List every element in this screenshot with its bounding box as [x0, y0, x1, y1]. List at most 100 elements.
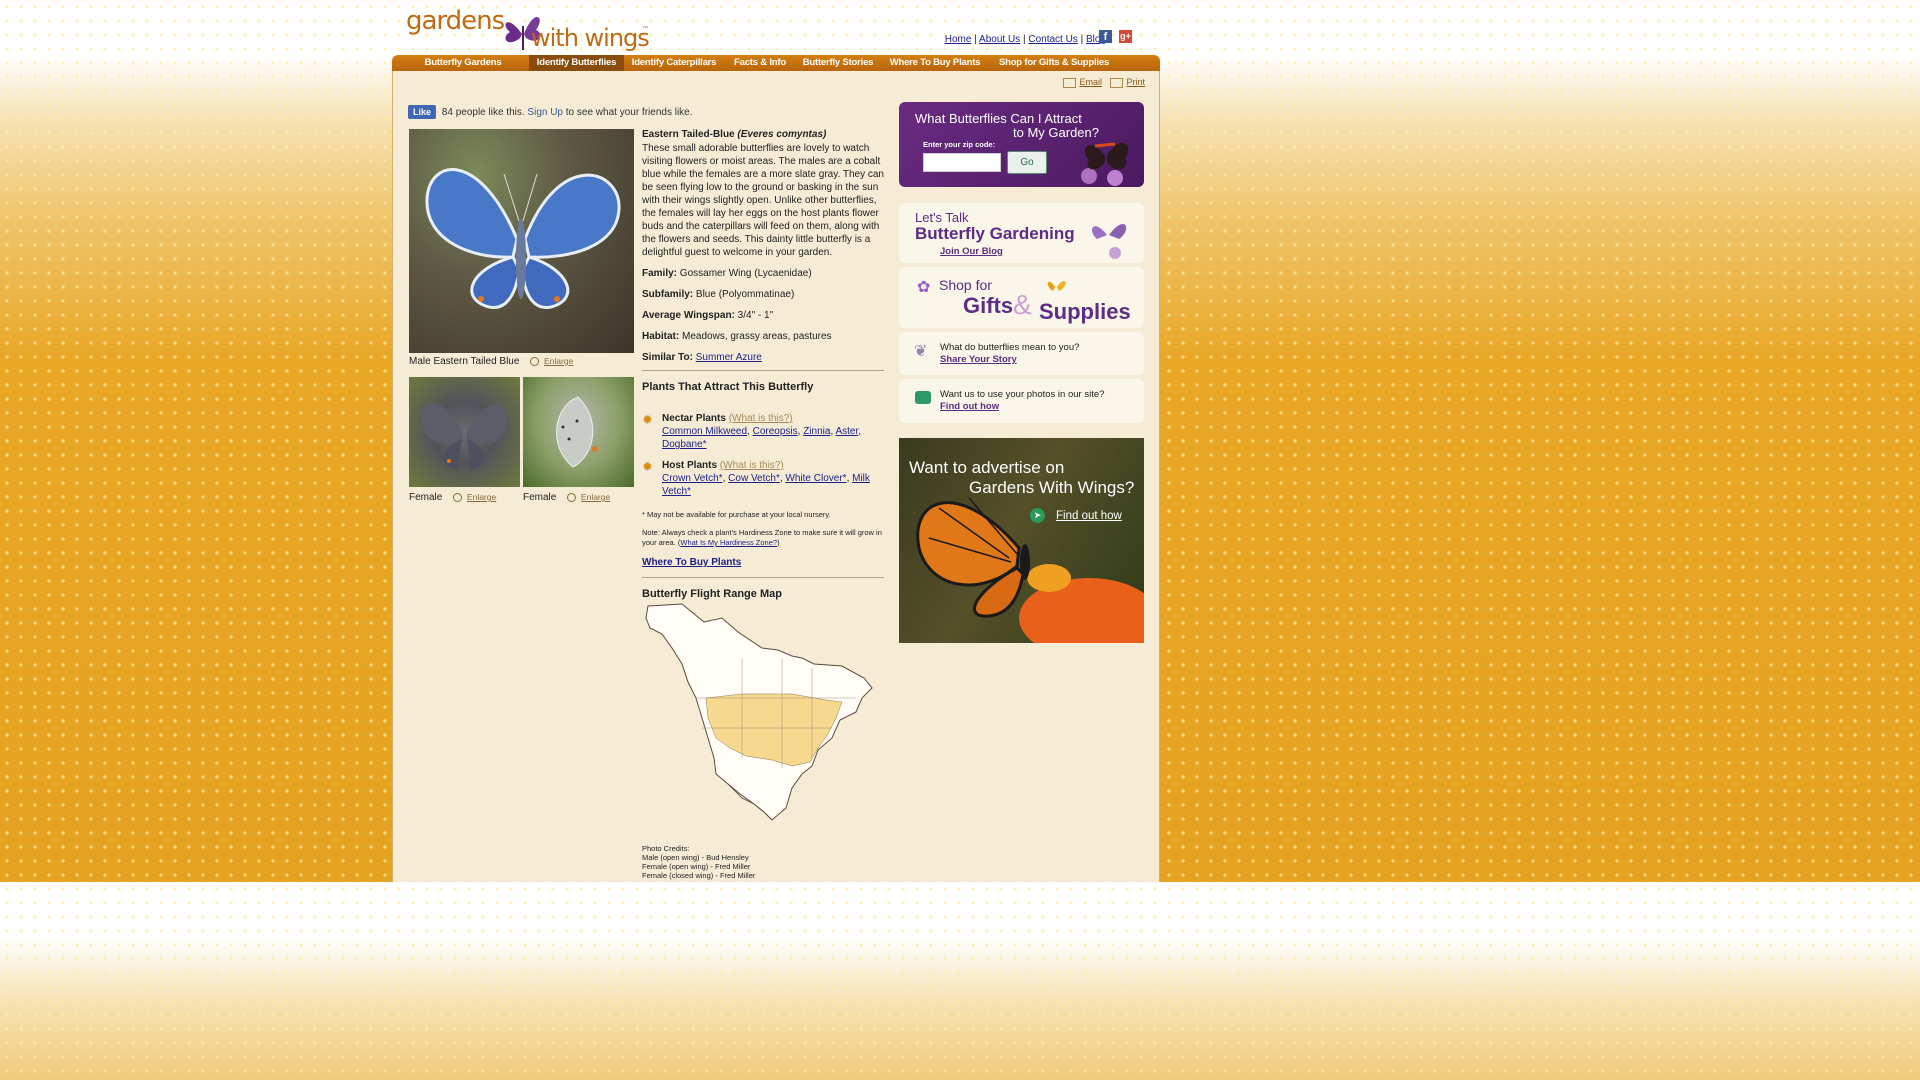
google-plus-icon[interactable]: g+: [1119, 30, 1132, 43]
advertise-line2: Gardens With Wings?: [969, 478, 1135, 497]
female2-caption: Female Enlarge: [523, 492, 610, 503]
site-logo[interactable]: gardens with wings ™: [406, 4, 656, 52]
divider: [642, 370, 884, 371]
nav-shop-gifts-supplies[interactable]: Shop for Gifts & Supplies: [994, 55, 1114, 71]
find-out-how-link[interactable]: Find out how: [940, 401, 999, 412]
plant-link[interactable]: Dogbane*: [662, 439, 706, 450]
plant-link[interactable]: Cow Vetch*: [728, 473, 780, 484]
shop-supplies-text: Supplies: [1039, 299, 1131, 324]
shop-gifts-text: Gifts: [963, 293, 1014, 318]
blog-promo[interactable]: Let's Talk Butterfly Gardening Join Our …: [899, 203, 1144, 263]
about-us-link[interactable]: About Us: [979, 34, 1020, 45]
arrow-right-icon: ➤: [1030, 508, 1045, 523]
wingspan-value: 3/4" - 1": [737, 310, 774, 321]
plant-link[interactable]: Aster: [835, 426, 858, 437]
content-panel: Email Print Like 84 people like this. Si…: [392, 71, 1160, 882]
nav-butterfly-stories[interactable]: Butterfly Stories: [798, 55, 878, 71]
magnifier-icon: [453, 492, 463, 502]
email-link[interactable]: Email: [1079, 77, 1102, 87]
go-button[interactable]: Go: [1007, 151, 1047, 174]
what-is-this-link[interactable]: (What is this?): [720, 460, 784, 471]
habitat-label: Habitat:: [642, 331, 680, 342]
signup-link[interactable]: Sign Up: [527, 107, 563, 118]
like-button[interactable]: Like: [408, 105, 437, 119]
advertise-find-out-link[interactable]: Find out how: [1056, 510, 1122, 522]
plant-link[interactable]: White Clover*: [785, 473, 846, 484]
share-story-promo[interactable]: ❦ What do butterflies mean to you? Share…: [899, 332, 1144, 375]
main-butterfly-photo[interactable]: [409, 129, 634, 353]
butterfly-name: Eastern Tailed-Blue: [642, 129, 735, 140]
logo-word-gardens: gardens: [406, 6, 505, 36]
facebook-icon[interactable]: f: [1099, 30, 1112, 43]
host-label: Host Plants: [662, 460, 718, 471]
enlarge-link[interactable]: Enlarge: [467, 492, 496, 502]
facebook-like-bar: Like 84 people like this. Sign Up to see…: [408, 105, 693, 119]
closed-wing-butterfly-image: [556, 396, 598, 468]
photos-question: Want us to use your photos in our site?: [940, 389, 1105, 400]
zip-code-input[interactable]: [923, 153, 1001, 172]
female1-caption: Female Enlarge: [409, 492, 496, 503]
gray-butterfly-image: [421, 403, 507, 469]
photos-promo[interactable]: Want us to use your photos in our site? …: [899, 379, 1144, 423]
shop-promo[interactable]: ✿ Shop for Gifts & Supplies: [899, 267, 1144, 328]
print-icon: [1110, 77, 1124, 88]
main-nav: Butterfly Gardens Identify Butterflies I…: [392, 55, 1160, 71]
plant-link[interactable]: Zinnia: [803, 426, 830, 437]
email-icon: [1063, 77, 1077, 88]
family-label: Family:: [642, 268, 678, 279]
photo-credits: Photo Credits: Male (open wing) - Bud He…: [642, 844, 755, 880]
nav-identify-caterpillars[interactable]: Identify Caterpillars: [628, 55, 720, 71]
camera-icon: [915, 391, 931, 404]
page-wrapper: gardens with wings ™ Home | About Us | C…: [392, 0, 1160, 882]
butterfly-details: Eastern Tailed-Blue (Everes comyntas) Th…: [642, 128, 884, 607]
nav-identify-butterflies[interactable]: Identify Butterflies: [529, 55, 624, 71]
join-blog-link[interactable]: Join Our Blog: [940, 246, 1003, 257]
share-story-link[interactable]: Share Your Story: [940, 354, 1017, 365]
like-after-text: to see what your friends like.: [565, 107, 693, 118]
nav-butterfly-gardens[interactable]: Butterfly Gardens: [408, 55, 518, 71]
shop-for-text: Shop for: [939, 277, 992, 293]
sun-icon: ✹: [642, 459, 653, 474]
nectar-plants-row: ✹ Nectar Plants (What is this?) Common M…: [642, 412, 862, 450]
flower-icon: ✿: [917, 279, 931, 296]
print-link[interactable]: Print: [1126, 77, 1145, 87]
similar-link[interactable]: Summer Azure: [696, 352, 762, 363]
what-is-this-link[interactable]: (What is this?): [729, 413, 793, 424]
hardiness-note-close: ): [777, 538, 780, 547]
nav-facts-info[interactable]: Facts & Info: [728, 55, 792, 71]
plant-link[interactable]: Common Milkweed: [662, 426, 747, 437]
butterfly-description: These small adorable butterflies are lov…: [642, 143, 884, 258]
zip-title-line1: What Butterflies Can I Attract: [915, 111, 1082, 126]
separator: |: [1080, 34, 1084, 45]
female2-caption-text: Female: [523, 492, 557, 503]
shop-ampersand: &: [1013, 289, 1032, 320]
zip-code-promo: What Butterflies Can I Attract to My Gar…: [899, 102, 1144, 187]
separator: |: [1022, 34, 1026, 45]
hardiness-zone-link[interactable]: What Is My Hardiness Zone?: [680, 538, 777, 547]
subfamily-label: Subfamily:: [642, 289, 694, 300]
female-closed-wing-photo[interactable]: [523, 377, 634, 487]
similar-label: Similar To:: [642, 352, 693, 363]
zip-label: Enter your zip code:: [923, 140, 996, 149]
contact-us-link[interactable]: Contact Us: [1028, 34, 1077, 45]
nav-where-to-buy-plants[interactable]: Where To Buy Plants: [885, 55, 985, 71]
butterfly-latin-name: (Everes comyntas): [737, 129, 827, 140]
enlarge-link[interactable]: Enlarge: [544, 356, 573, 366]
where-to-buy-link[interactable]: Where To Buy Plants: [642, 557, 741, 568]
plant-link[interactable]: Crown Vetch*: [662, 473, 723, 484]
female-open-wing-photo[interactable]: [409, 377, 520, 487]
nectar-label: Nectar Plants: [662, 413, 726, 424]
divider: [642, 577, 884, 578]
credit-line: Female (closed wing) - Fred Miller: [642, 871, 756, 880]
female1-caption-text: Female: [409, 492, 443, 503]
wingspan-label: Average Wingspan:: [642, 310, 735, 321]
family-value: Gossamer Wing (Lycaenidae): [679, 268, 812, 279]
magnifier-icon: [567, 492, 577, 502]
enlarge-link[interactable]: Enlarge: [581, 492, 610, 502]
home-link[interactable]: Home: [945, 34, 972, 45]
blog-title: Butterfly Gardening: [915, 224, 1075, 243]
advertise-banner[interactable]: Want to advertise on Gardens With Wings?…: [899, 438, 1144, 643]
plant-link[interactable]: Coreopsis: [753, 426, 798, 437]
story-question: What do butterflies mean to you?: [940, 342, 1080, 353]
hardiness-note: Note: Always check a plant's Hardiness Z…: [642, 528, 884, 548]
